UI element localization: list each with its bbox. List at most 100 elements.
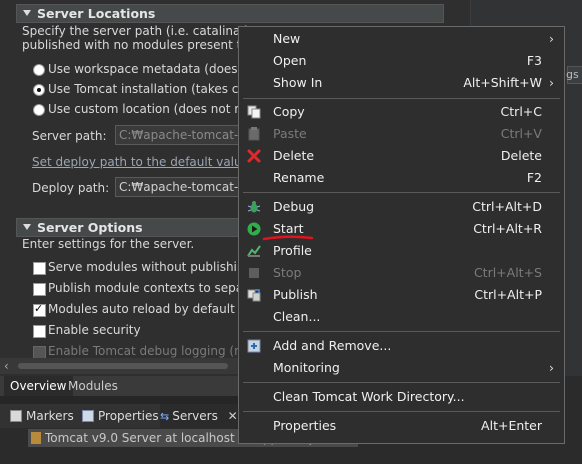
markers-icon <box>10 410 22 422</box>
menu-item-rename[interactable]: Rename F2 <box>239 167 564 189</box>
set-deploy-path-link[interactable]: Set deploy path to the default value ( <box>32 155 258 169</box>
menu-item-paste: Paste Ctrl+V <box>239 123 564 145</box>
copy-icon <box>247 105 261 119</box>
locations-description-2: published with no modules present to m <box>22 38 265 52</box>
menu-label: Profile <box>273 243 312 258</box>
right-panel-label: gs <box>566 68 579 81</box>
start-icon <box>247 222 261 236</box>
add-remove-icon <box>247 339 261 353</box>
menu-accelerator: F3 <box>526 53 542 68</box>
checkbox-debug-logging-label: Enable Tomcat debug logging (not <box>48 344 254 358</box>
menu-separator <box>243 382 560 383</box>
options-description: Enter settings for the server. <box>22 237 195 251</box>
menu-accelerator: Ctrl+V <box>500 126 542 141</box>
servers-icon: ⇆ <box>160 410 170 423</box>
menu-label: Paste <box>273 126 307 141</box>
checkbox-serve-modules[interactable] <box>33 262 46 275</box>
checkbox-enable-security[interactable] <box>33 325 46 338</box>
menu-item-add-remove[interactable]: Add and Remove... <box>239 335 564 357</box>
menu-separator <box>243 98 560 99</box>
annotation-underline <box>262 235 314 241</box>
menu-item-delete[interactable]: Delete Delete <box>239 145 564 167</box>
scroll-thumb[interactable] <box>18 363 228 369</box>
menu-accelerator: Alt+Enter <box>481 418 542 433</box>
menu-separator <box>243 331 560 332</box>
checkbox-auto-reload-label[interactable]: Modules auto reload by default <box>48 302 235 316</box>
menu-item-publish[interactable]: Publish Ctrl+Alt+P <box>239 284 564 306</box>
deploy-path-field[interactable]: C:₩apache-tomcat-9.0 <box>115 177 239 197</box>
radio-custom[interactable] <box>33 104 45 116</box>
tab-properties-label: Properties <box>98 409 159 423</box>
collapse-triangle-icon <box>23 224 31 230</box>
menu-label: Properties <box>273 418 337 433</box>
menu-item-clean[interactable]: Clean... <box>239 306 564 328</box>
menu-label: Copy <box>273 104 305 119</box>
checkbox-publish-contexts[interactable] <box>33 283 46 296</box>
menu-accelerator: Ctrl+C <box>500 104 542 119</box>
menu-accelerator: Ctrl+Alt+D <box>472 199 542 214</box>
checkbox-serve-modules-label[interactable]: Serve modules without publishing <box>48 260 252 274</box>
menu-separator <box>243 411 560 412</box>
checkbox-publish-contexts-label[interactable]: Publish module contexts to separat <box>48 281 260 295</box>
tomcat-icon <box>31 432 41 444</box>
menu-label: New <box>273 31 301 46</box>
menu-item-open[interactable]: Open F3 <box>239 50 564 72</box>
section-title: Server Options <box>37 220 143 235</box>
scroll-left-icon[interactable]: ‹ <box>4 358 9 374</box>
menu-label: Open <box>273 53 307 68</box>
locations-description: Specify the server path (i.e. catalina.b… <box>22 24 273 38</box>
menu-label: Stop <box>273 265 302 280</box>
divider <box>0 396 240 404</box>
tab-markers-label: Markers <box>26 409 74 423</box>
menu-item-debug[interactable]: Debug Ctrl+Alt+D <box>239 196 564 218</box>
debug-icon <box>247 201 261 213</box>
menu-item-profile[interactable]: Profile <box>239 240 564 262</box>
checkbox-enable-security-label[interactable]: Enable security <box>48 323 141 337</box>
properties-icon <box>82 410 94 422</box>
tab-markers[interactable]: Markers <box>10 404 74 428</box>
checkbox-auto-reload[interactable] <box>33 302 46 317</box>
paste-icon <box>248 127 260 141</box>
menu-item-copy[interactable]: Copy Ctrl+C <box>239 101 564 123</box>
stop-icon <box>249 268 259 278</box>
radio-tomcat-label[interactable]: Use Tomcat installation (takes contr <box>48 82 263 96</box>
menu-item-new[interactable]: New › <box>239 28 564 50</box>
right-panel-tab[interactable]: gs <box>566 66 582 84</box>
tab-servers[interactable]: ⇆ Servers ✕ <box>160 404 242 428</box>
menu-label: Show In <box>273 75 323 90</box>
views-tab-bar: Markers Properties ⇆ Servers ✕ <box>0 404 242 428</box>
radio-tomcat[interactable] <box>33 84 45 96</box>
publish-icon <box>247 289 261 302</box>
collapse-triangle-icon <box>23 10 31 16</box>
menu-label: Clean Tomcat Work Directory... <box>273 389 465 404</box>
tab-properties[interactable]: Properties <box>82 404 159 428</box>
menu-label: Rename <box>273 170 325 185</box>
server-locations-header[interactable]: Server Locations <box>16 4 444 23</box>
horizontal-scrollbar[interactable]: ‹ <box>0 358 240 374</box>
menu-item-clean-work-dir[interactable]: Clean Tomcat Work Directory... <box>239 386 564 408</box>
menu-label: Monitoring <box>273 360 340 375</box>
radio-workspace[interactable] <box>33 64 45 76</box>
radio-workspace-label[interactable]: Use workspace metadata (does not <box>48 62 261 76</box>
menu-label: Debug <box>273 199 315 214</box>
server-options-header[interactable]: Server Options <box>16 218 244 237</box>
server-path-field[interactable]: C:₩apache-tomcat-9.0 <box>115 125 239 145</box>
radio-custom-label[interactable]: Use custom location (does not mod <box>48 102 261 116</box>
delete-icon <box>247 149 261 163</box>
menu-label: Publish <box>273 287 318 302</box>
menu-accelerator: Alt+Shift+W <box>463 75 542 90</box>
menu-separator <box>243 192 560 193</box>
close-icon[interactable]: ✕ <box>228 409 238 423</box>
tab-modules[interactable]: Modules <box>62 376 124 396</box>
editor-page-tabs: Overview Modules <box>0 376 240 398</box>
menu-item-monitoring[interactable]: Monitoring › <box>239 357 564 379</box>
menu-accelerator: F2 <box>526 170 542 185</box>
menu-label: Clean... <box>273 309 321 324</box>
menu-label: Delete <box>273 148 315 163</box>
menu-item-show-in[interactable]: Show In Alt+Shift+W › <box>239 72 564 94</box>
menu-item-properties[interactable]: Properties Alt+Enter <box>239 415 564 437</box>
menu-accelerator: Delete <box>500 148 542 163</box>
submenu-arrow-icon: › <box>549 360 554 375</box>
menu-item-stop: Stop Ctrl+Alt+S <box>239 262 564 284</box>
tab-servers-label: Servers <box>172 409 218 423</box>
